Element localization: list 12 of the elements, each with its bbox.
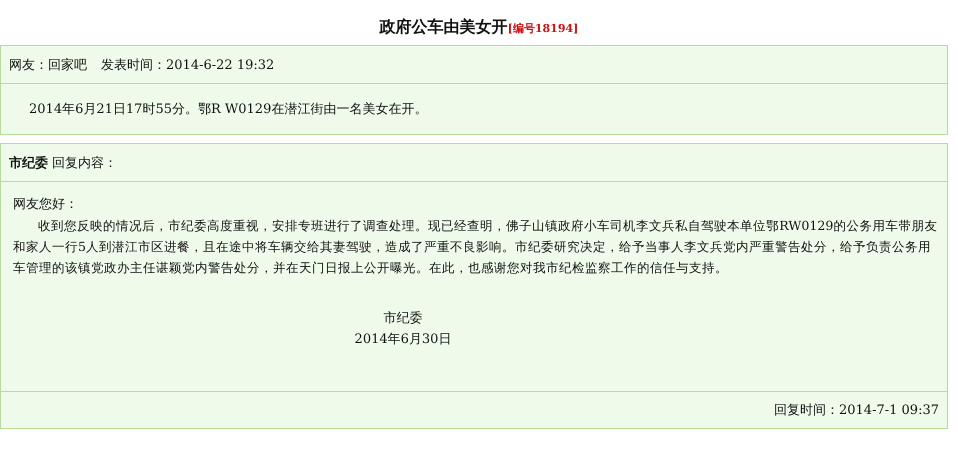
reply-body: 收到您反映的情况后，市纪委高度重视，安排专班进行了调查处理。现已经查明，佛子山镇政府小车司机李文兵私自驾驶本单位鄂RW0129的公务用车带朋友和家人一行5人到潜江市区进餐，且在途中将车辆交给其妻驾驶，造成了严重不良影响。市纪委研究决定，给予当事人李文兵党内严重警告处分，给予负责公务用车管理的该镇党政办主任谌颖党内警告处分，并在天门日报上公开曝光。在此，也感谢您对我市纪检监察工作的信任与支持。 xyxy=(13,217,938,277)
post-title: 政府公车由美女开 xyxy=(380,17,508,36)
author-label: 网友：回家吧 xyxy=(9,56,87,74)
greeting: 网友您好： xyxy=(13,196,79,214)
signature-date: 2014年6月30日 xyxy=(354,331,452,349)
reply-time: 回复时间：2014-7-1 09:37 xyxy=(774,402,939,419)
reply-author: 市纪委 xyxy=(9,154,48,172)
reply-content-label: 回复内容： xyxy=(52,154,117,172)
post-time: 发表时间：2014-6-22 19:32 xyxy=(101,56,274,74)
post-content: 2014年6月21日17时55分。鄂R W0129在潜江街由一名美女在开。 xyxy=(28,101,428,118)
signature: 市纪委 xyxy=(382,310,424,328)
serial-number: [编号18194] xyxy=(508,22,578,35)
